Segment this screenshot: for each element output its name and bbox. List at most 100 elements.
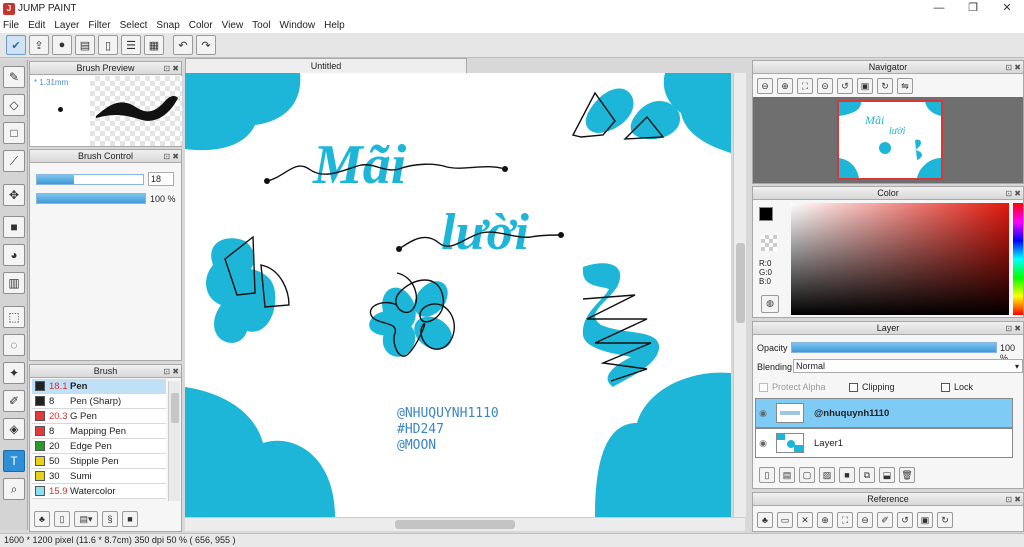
blending-select[interactable]: Normal ▾ — [793, 359, 1023, 373]
visibility-icon[interactable]: ◉ — [756, 438, 770, 449]
panel-close-icon[interactable]: ⊡ ✖ — [1005, 494, 1021, 506]
fill-rect-tool-icon[interactable]: ■ — [3, 216, 25, 238]
new-text-layer-icon[interactable]: ▢ — [799, 467, 815, 483]
brush-list-scrollbar[interactable] — [168, 381, 180, 501]
folder-icon[interactable]: ■ — [122, 511, 138, 527]
export-icon[interactable]: ⇪ — [29, 35, 49, 55]
maximize-button[interactable]: ❐ — [956, 0, 990, 17]
color-picker-field[interactable] — [791, 203, 1009, 315]
new-raster-layer-icon[interactable]: ▤ — [779, 467, 795, 483]
zoom-reset-icon[interactable]: ⊝ — [817, 78, 833, 94]
reference-close-icon[interactable]: ✕ — [797, 512, 813, 528]
minimize-button[interactable]: — — [922, 0, 956, 17]
menu-file[interactable]: File — [3, 20, 19, 31]
menu-help[interactable]: Help — [324, 20, 345, 31]
select-eraser-tool-icon[interactable]: ◈ — [3, 418, 25, 440]
brush-size-slider[interactable] — [36, 174, 144, 185]
panel-close-icon[interactable]: ⊡ ✖ — [1005, 323, 1021, 335]
menu-edit[interactable]: Edit — [28, 20, 45, 31]
stamp-icon[interactable]: ♣ — [34, 511, 50, 527]
reference-stamp-icon[interactable]: ♣ — [757, 512, 773, 528]
visibility-icon[interactable]: ◉ — [756, 408, 770, 419]
rectangle-tool-icon[interactable]: □ — [3, 122, 25, 144]
brush-item[interactable]: 30 Sumi — [32, 469, 166, 484]
lock-checkbox[interactable]: Lock — [941, 382, 973, 393]
check-icon[interactable]: ✔ — [6, 35, 26, 55]
menu-window[interactable]: Window — [280, 20, 316, 31]
merge-layer-icon[interactable]: ⬓ — [879, 467, 895, 483]
text-tool-icon[interactable]: T — [3, 450, 25, 472]
line-tool-icon[interactable]: ⟋ — [3, 150, 25, 172]
lasso-tool-icon[interactable]: ◌ — [3, 334, 25, 356]
palette-icon[interactable]: ◍ — [761, 295, 779, 313]
menu-select[interactable]: Select — [120, 20, 148, 31]
center-icon[interactable]: ▣ — [857, 78, 873, 94]
rotate-right-icon[interactable]: ↻ — [877, 78, 893, 94]
brush-size-input[interactable]: 18 — [148, 172, 174, 186]
duplicate-layer-icon[interactable]: ⧉ — [859, 467, 875, 483]
reference-zoom-in-icon[interactable]: ⊕ — [817, 512, 833, 528]
grid-layout-icon[interactable]: ▦ — [144, 35, 164, 55]
rotate-left-icon[interactable]: ↺ — [837, 78, 853, 94]
panel-close-icon[interactable]: ⊡ ✖ — [163, 366, 179, 378]
menu-view[interactable]: View — [222, 20, 244, 31]
brush-opacity-slider[interactable] — [36, 193, 146, 204]
panel-close-icon[interactable]: ⊡ ✖ — [163, 151, 179, 163]
flip-icon[interactable]: ⇋ — [897, 78, 913, 94]
delete-layer-icon[interactable]: 🗑 — [899, 467, 915, 483]
clipping-checkbox[interactable]: Clipping — [849, 382, 895, 393]
menu-layer[interactable]: Layer — [54, 20, 79, 31]
undo-button[interactable]: ↶ — [173, 35, 193, 55]
brush-item[interactable]: 50 Stipple Pen — [32, 454, 166, 469]
menu-color[interactable]: Color — [189, 20, 213, 31]
bucket-tool-icon[interactable]: ◕ — [3, 244, 25, 266]
new-brush-icon[interactable]: ▯ — [54, 511, 70, 527]
close-button[interactable]: ✕ — [990, 0, 1024, 17]
new-layer-icon[interactable]: ▯ — [759, 467, 775, 483]
brush-item[interactable]: 18.1 Pen — [32, 379, 166, 394]
panel-close-icon[interactable]: ⊡ ✖ — [1005, 188, 1021, 200]
canvas-horizontal-scrollbar[interactable] — [185, 517, 745, 531]
redo-button[interactable]: ↷ — [196, 35, 216, 55]
pen-tool-icon[interactable]: ✎ — [3, 66, 25, 88]
magic-wand-tool-icon[interactable]: ✦ — [3, 362, 25, 384]
brush-item[interactable]: 15.9 Watercolor — [32, 484, 166, 499]
panel-close-icon[interactable]: ⊡ ✖ — [163, 63, 179, 75]
page-icon[interactable]: ▯ — [98, 35, 118, 55]
reference-fit-icon[interactable]: ⛶ — [837, 512, 853, 528]
gradient-tool-icon[interactable]: ▥ — [3, 272, 25, 294]
drawing-canvas[interactable]: Mãi lười @NHUQUYNH1110 #HD247 @MOON — [185, 73, 731, 517]
move-tool-icon[interactable]: ✥ — [3, 184, 25, 206]
layer-folder-icon[interactable]: ■ — [839, 467, 855, 483]
reference-zoom-out-icon[interactable]: ⊖ — [857, 512, 873, 528]
menu-tool[interactable]: Tool — [252, 20, 270, 31]
reference-eyedropper-icon[interactable]: ✐ — [877, 512, 893, 528]
canvas-tab[interactable]: Untitled — [185, 58, 467, 73]
zoom-out-icon[interactable]: ⊖ — [757, 78, 773, 94]
comment-icon[interactable]: ▤ — [75, 35, 95, 55]
brush-item[interactable]: 20.3 G Pen — [32, 409, 166, 424]
menu-filter[interactable]: Filter — [88, 20, 110, 31]
hue-slider[interactable] — [1013, 203, 1023, 315]
select-rect-tool-icon[interactable]: ⬚ — [3, 306, 25, 328]
transparent-color-swatch[interactable] — [761, 235, 777, 251]
menu-snap[interactable]: Snap — [156, 20, 179, 31]
halftone-layer-icon[interactable]: ▨ — [819, 467, 835, 483]
zoom-in-icon[interactable]: ⊕ — [777, 78, 793, 94]
layer-opacity-slider[interactable] — [791, 342, 997, 353]
list-icon[interactable]: ☰ — [121, 35, 141, 55]
fit-icon[interactable]: ⛶ — [797, 78, 813, 94]
reference-rotate-right-icon[interactable]: ↻ — [937, 512, 953, 528]
zoom-tool-icon[interactable]: ⌕ — [3, 478, 25, 500]
select-pen-tool-icon[interactable]: ✐ — [3, 390, 25, 412]
eraser-tool-icon[interactable]: ◇ — [3, 94, 25, 116]
panel-close-icon[interactable]: ⊡ ✖ — [1005, 62, 1021, 74]
reference-open-icon[interactable]: ▭ — [777, 512, 793, 528]
brush-item[interactable]: 8 Mapping Pen — [32, 424, 166, 439]
layer-row-layer1[interactable]: ◉ Layer1 — [755, 428, 1013, 458]
brush-item[interactable]: 8 Pen (Sharp) — [32, 394, 166, 409]
protect-alpha-checkbox[interactable]: Protect Alpha — [759, 382, 826, 393]
speech-bubble-icon[interactable]: ● — [52, 35, 72, 55]
brush-menu-icon[interactable]: ▤▾ — [74, 511, 98, 527]
layer-row-text[interactable]: ◉ @nhuquynh1110 — [755, 398, 1013, 428]
